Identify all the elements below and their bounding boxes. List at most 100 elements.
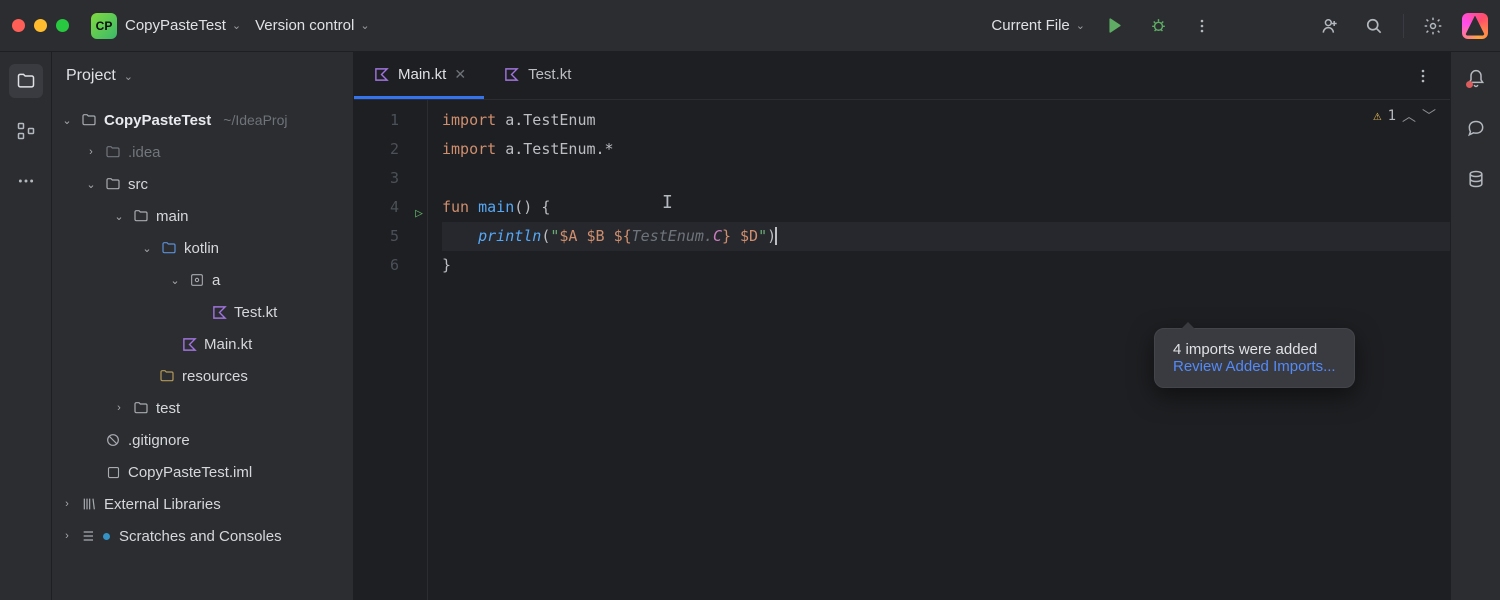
- folder-icon: [132, 400, 150, 416]
- chevron-down-icon: ⌄: [112, 210, 126, 223]
- project-name: CopyPasteTest: [125, 17, 226, 34]
- ai-chat-button[interactable]: [1459, 112, 1493, 146]
- line-number: 4▷: [354, 193, 427, 222]
- main-area: Project ⌄ ⌄ CopyPasteTest ~/IdeaProj › .…: [0, 52, 1500, 600]
- warning-icon: ⚠: [1373, 108, 1381, 124]
- left-tool-rail: [0, 52, 52, 600]
- tab-main-kt[interactable]: Main.kt ✕: [354, 52, 484, 99]
- tree-label: External Libraries: [104, 496, 221, 513]
- text-cursor-icon: 𝙸: [662, 192, 673, 213]
- tree-item-scratches[interactable]: › Scratches and Consoles: [52, 520, 353, 552]
- debug-button[interactable]: [1143, 11, 1173, 41]
- panel-title: Project: [66, 67, 116, 85]
- tree-item-gitignore[interactable]: .gitignore: [52, 424, 353, 456]
- tree-label: kotlin: [184, 240, 219, 257]
- tree-item-idea[interactable]: › .idea: [52, 136, 353, 168]
- settings-button[interactable]: [1418, 11, 1448, 41]
- more-actions-button[interactable]: [1187, 11, 1217, 41]
- next-highlight-icon[interactable]: ﹀: [1422, 106, 1436, 126]
- line-number: 3: [354, 164, 427, 193]
- tree-item-test-kt[interactable]: Test.kt: [52, 296, 353, 328]
- resources-folder-icon: [158, 368, 176, 384]
- chevron-right-icon: ›: [112, 402, 126, 414]
- imports-popup: 4 imports were added Review Added Import…: [1154, 328, 1355, 388]
- folder-icon: [80, 112, 98, 128]
- tree-item-resources[interactable]: resources: [52, 360, 353, 392]
- tree-label: src: [128, 176, 148, 193]
- tree-item-test-dir[interactable]: › test: [52, 392, 353, 424]
- project-selector[interactable]: CopyPasteTest ⌄: [125, 17, 241, 34]
- search-everywhere-button[interactable]: [1359, 11, 1389, 41]
- kotlin-file-icon: [372, 67, 390, 82]
- chevron-right-icon: ›: [60, 530, 74, 542]
- chevron-down-icon: ⌄: [360, 19, 369, 32]
- code-line: fun main() {: [442, 193, 1450, 222]
- chevron-down-icon: ⌄: [124, 70, 133, 83]
- notifications-button[interactable]: [1459, 62, 1493, 96]
- library-icon: [80, 496, 98, 512]
- tree-label: .gitignore: [128, 432, 190, 449]
- right-tool-rail: [1450, 52, 1500, 600]
- project-tool-button[interactable]: [9, 64, 43, 98]
- chevron-down-icon: ⌄: [232, 19, 241, 32]
- code-line: import a.TestEnum.*: [442, 135, 1450, 164]
- editor-tabs: Main.kt ✕ Test.kt: [354, 52, 1450, 100]
- more-tools-button[interactable]: [9, 164, 43, 198]
- tree-label: resources: [182, 368, 248, 385]
- tree-item-src[interactable]: ⌄ src: [52, 168, 353, 200]
- tree-path: ~/IdeaProj: [223, 112, 287, 128]
- run-config-selector[interactable]: Current File ⌄: [991, 17, 1085, 34]
- tree-label: main: [156, 208, 189, 225]
- tree-label: CopyPasteTest.iml: [128, 464, 252, 481]
- structure-tool-button[interactable]: [9, 114, 43, 148]
- module-file-icon: [104, 465, 122, 480]
- line-number: 2: [354, 135, 427, 164]
- code-line: }: [442, 251, 1450, 280]
- kotlin-file-icon: [502, 67, 520, 82]
- review-imports-link[interactable]: Review Added Imports...: [1173, 358, 1336, 375]
- maximize-window-icon[interactable]: [56, 19, 69, 32]
- tree-label: .idea: [128, 144, 161, 161]
- close-tab-icon[interactable]: ✕: [454, 66, 466, 83]
- project-badge: CP: [91, 13, 117, 39]
- tree-item-main[interactable]: ⌄ main: [52, 200, 353, 232]
- tree-item-kotlin[interactable]: ⌄ kotlin: [52, 232, 353, 264]
- tab-test-kt[interactable]: Test.kt: [484, 52, 589, 99]
- tab-actions-button[interactable]: [1408, 61, 1438, 91]
- tree-root[interactable]: ⌄ CopyPasteTest ~/IdeaProj: [52, 104, 353, 136]
- project-panel-header[interactable]: Project ⌄: [52, 52, 353, 100]
- folder-icon: [104, 176, 122, 192]
- folder-icon: [104, 144, 122, 160]
- scratches-icon: [80, 528, 98, 544]
- ai-assistant-button[interactable]: [1462, 13, 1488, 39]
- database-tool-button[interactable]: [1459, 162, 1493, 196]
- window-controls: [12, 19, 69, 32]
- tree-item-main-kt[interactable]: Main.kt: [52, 328, 353, 360]
- tree-item-package-a[interactable]: ⌄ a: [52, 264, 353, 296]
- modified-dot-icon: [103, 533, 110, 540]
- prev-highlight-icon[interactable]: ︿: [1402, 106, 1416, 126]
- close-window-icon[interactable]: [12, 19, 25, 32]
- code-line: import a.TestEnum: [442, 106, 1450, 135]
- chevron-right-icon: ›: [60, 498, 74, 510]
- titlebar: CP CopyPasteTest ⌄ Version control ⌄ Cur…: [0, 0, 1500, 52]
- gutter: 1 2 3 4▷ 5 6: [354, 100, 428, 600]
- chevron-down-icon: ⌄: [60, 114, 74, 127]
- text-caret: [775, 227, 777, 245]
- tree-label: Main.kt: [204, 336, 252, 353]
- code-with-me-button[interactable]: [1315, 11, 1345, 41]
- run-button[interactable]: [1099, 11, 1129, 41]
- tree-item-external-libs[interactable]: › External Libraries: [52, 488, 353, 520]
- tree-item-iml[interactable]: CopyPasteTest.iml: [52, 456, 353, 488]
- chevron-right-icon: ›: [84, 146, 98, 158]
- tab-label: Main.kt: [398, 66, 446, 83]
- tree-label: CopyPasteTest: [104, 112, 211, 129]
- minimize-window-icon[interactable]: [34, 19, 47, 32]
- run-config-label: Current File: [991, 17, 1069, 34]
- tree-label: test: [156, 400, 180, 417]
- chevron-down-icon: ⌄: [1076, 19, 1085, 32]
- tree-label: Scratches and Consoles: [119, 528, 282, 545]
- inspection-widget[interactable]: ⚠ 1 ︿ ﹀: [1373, 106, 1436, 126]
- chevron-down-icon: ⌄: [168, 274, 182, 287]
- vcs-menu[interactable]: Version control ⌄: [255, 17, 369, 34]
